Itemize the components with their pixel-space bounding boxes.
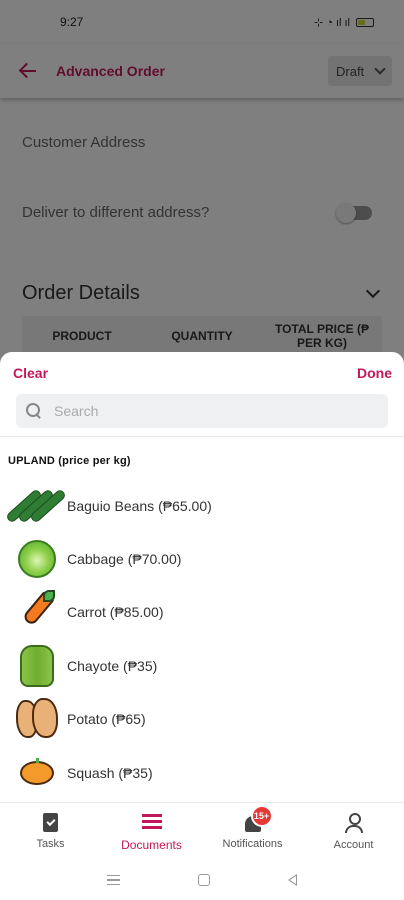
list-item-label: Baguio Beans (₱65.00): [67, 497, 212, 514]
list-item[interactable]: Carrot (₱85.00): [0, 586, 404, 639]
user-icon: [344, 812, 363, 833]
search-box: [16, 394, 388, 428]
search-icon: [26, 403, 42, 419]
system-nav-bar: [0, 860, 404, 900]
home-icon[interactable]: [198, 874, 210, 886]
squash-icon: [15, 751, 59, 795]
done-button[interactable]: Done: [357, 365, 392, 381]
bottom-nav: Tasks Documents 15+ Notifications Accoun…: [0, 802, 404, 860]
nav-account[interactable]: Account: [303, 803, 404, 860]
clipboard-check-icon: [43, 813, 58, 832]
nav-notifications[interactable]: 15+ Notifications: [202, 803, 303, 860]
nav-label: Account: [333, 838, 374, 851]
potato-icon: [15, 697, 59, 741]
list-icon: [141, 812, 162, 832]
product-list: Baguio Beans (₱65.00) Cabbage (₱70.00) C…: [0, 479, 404, 799]
list-item-label: Squash (₱35): [67, 764, 153, 781]
clear-button[interactable]: Clear: [13, 365, 48, 381]
nav-documents[interactable]: Documents: [101, 803, 202, 860]
group-label: UPLAND (price per kg): [8, 455, 131, 467]
list-item[interactable]: Baguio Beans (₱65.00): [0, 479, 404, 532]
nav-tasks[interactable]: Tasks: [0, 803, 101, 860]
beans-icon: [5, 484, 67, 528]
list-item[interactable]: Cabbage (₱70.00): [0, 532, 404, 585]
cabbage-icon: [15, 537, 59, 581]
notification-badge: 15+: [250, 805, 273, 827]
chayote-icon: [15, 644, 59, 688]
product-picker-sheet: Clear Done UPLAND (price per kg) Baguio …: [0, 352, 404, 802]
carrot-icon: [15, 590, 59, 634]
list-item-label: Carrot (₱85.00): [67, 604, 164, 621]
nav-label: Tasks: [36, 838, 65, 850]
list-item[interactable]: Squash (₱35): [0, 746, 404, 799]
list-item-label: Potato (₱65): [67, 711, 146, 728]
nav-label: Documents: [121, 837, 182, 852]
search-input[interactable]: [54, 403, 378, 419]
list-item-label: Chayote (₱35): [67, 657, 158, 674]
nav-label: Notifications: [222, 837, 283, 850]
recent-apps-icon[interactable]: [107, 875, 120, 885]
list-item[interactable]: Potato (₱65): [0, 693, 404, 746]
list-item[interactable]: Chayote (₱35): [0, 639, 404, 692]
sheet-actions: Clear Done: [0, 352, 404, 394]
back-triangle-icon[interactable]: [288, 874, 297, 886]
list-item-label: Cabbage (₱70.00): [67, 551, 182, 568]
